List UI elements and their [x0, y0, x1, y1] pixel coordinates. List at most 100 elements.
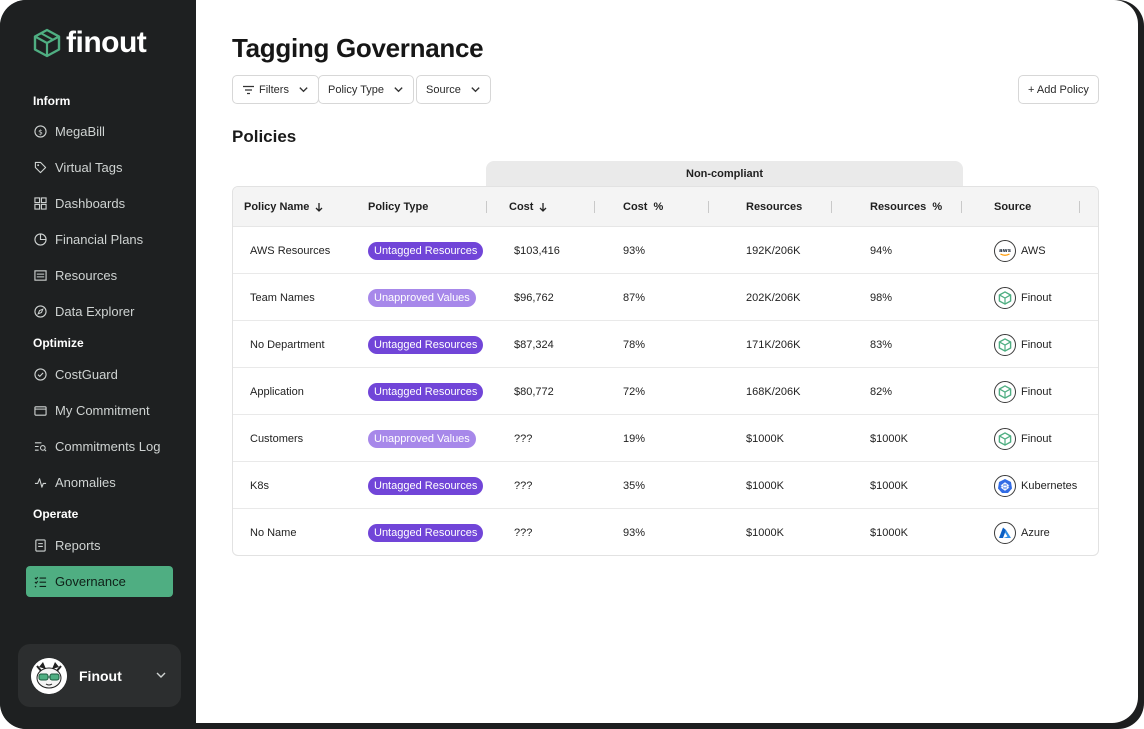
- chevron-down-icon: [394, 87, 403, 93]
- policy-type-badge: Unapproved Values: [368, 429, 476, 448]
- finout-icon: [994, 333, 1016, 356]
- resources-cell: $1000K: [746, 432, 784, 445]
- policies-table: Policy Name Policy Type Cost Cost % Reso…: [232, 186, 1099, 556]
- resources-pct-cell: 82%: [870, 385, 893, 398]
- add-policy-button[interactable]: + Add Policy: [1018, 75, 1099, 104]
- col-policy-name[interactable]: Policy Name: [244, 187, 324, 227]
- cost-pct-cell: 35%: [623, 479, 646, 492]
- source-dropdown[interactable]: Source: [416, 75, 491, 104]
- azure-icon: [994, 521, 1016, 544]
- wallet-icon: [34, 404, 47, 417]
- sidebar-item-label: CostGuard: [55, 367, 118, 382]
- column-divider: [708, 201, 709, 213]
- source-cell: Finout: [994, 368, 1052, 415]
- cost-pct-cell: 93%: [623, 244, 646, 257]
- col-cost[interactable]: Cost: [509, 187, 548, 227]
- compass-icon: [34, 305, 47, 318]
- table-row[interactable]: AWS Resources Untagged Resources $103,416 9…: [233, 227, 1098, 274]
- policy-type-badge: Unapproved Values: [368, 288, 476, 307]
- resources-cell: $1000K: [746, 479, 784, 492]
- sidebar-item-resources[interactable]: Resources: [26, 260, 173, 291]
- sidebar-item-governance[interactable]: Governance: [26, 566, 173, 597]
- source-name: Finout: [1021, 291, 1052, 304]
- cost-cell: $96,762: [514, 291, 554, 304]
- cost-cell: ???: [514, 479, 533, 492]
- nav-section-inform: Inform: [33, 94, 71, 108]
- col-resources[interactable]: Resources: [746, 187, 802, 227]
- policy-type-badge: Untagged Resources: [368, 335, 484, 354]
- sidebar-item-commitments-log[interactable]: Commitments Log: [26, 431, 173, 462]
- policy-type-cell: Unapproved Values: [368, 415, 476, 462]
- table-row[interactable]: Application Untagged Resources $80,772 72% 1…: [233, 368, 1098, 415]
- table-row[interactable]: Customers Unapproved Values??? 19% $1000K $1…: [233, 415, 1098, 462]
- source-label: Source: [426, 83, 461, 96]
- resources-pct-cell: 98%: [870, 291, 893, 304]
- col-policy-type[interactable]: Policy Type: [368, 187, 428, 227]
- cost-pct-cell: 72%: [623, 385, 646, 398]
- finout-icon: [994, 380, 1016, 403]
- sidebar-item-reports[interactable]: Reports: [26, 530, 173, 561]
- source-name: Finout: [1021, 432, 1052, 445]
- chevron-down-icon: [156, 672, 166, 678]
- policy-type-badge: Untagged Resources: [368, 523, 484, 542]
- policy-name-cell[interactable]: Application: [250, 368, 304, 415]
- dollar-circle-icon: $: [34, 125, 47, 138]
- sidebar-item-label: Data Explorer: [55, 304, 135, 319]
- chevron-down-icon: [299, 87, 308, 93]
- finout-logo[interactable]: finout: [32, 26, 147, 60]
- tag-icon: [34, 161, 47, 174]
- svg-text:$: $: [38, 127, 43, 136]
- filters-button[interactable]: Filters: [232, 75, 319, 104]
- col-cost-pct[interactable]: Cost %: [623, 187, 663, 227]
- cost-pct-cell: 93%: [623, 526, 646, 539]
- col-resources-pct[interactable]: Resources %: [870, 187, 942, 227]
- sidebar-item-label: MegaBill: [55, 124, 105, 139]
- sidebar-item-megabill[interactable]: $ MegaBill: [26, 116, 173, 147]
- policy-name-cell[interactable]: K8s: [250, 462, 269, 509]
- sidebar-item-dashboards[interactable]: Dashboards: [26, 188, 173, 219]
- table-row[interactable]: K8s Untagged Resources??? 35% $1000K $1000K K…: [233, 462, 1098, 509]
- cost-pct-cell: 78%: [623, 338, 646, 351]
- policy-type-dropdown[interactable]: Policy Type: [318, 75, 415, 104]
- table-row[interactable]: No Department Untagged Resources $87,324 78…: [233, 321, 1098, 368]
- cat-sunglasses-icon: [31, 657, 67, 694]
- resources-cell: $1000K: [746, 526, 784, 539]
- policy-name-cell[interactable]: Customers: [250, 415, 303, 462]
- sidebar-item-my-commitment[interactable]: My Commitment: [26, 395, 173, 426]
- column-divider: [486, 201, 487, 213]
- table-row[interactable]: No Name Untagged Resources??? 93% $1000K $10…: [233, 509, 1098, 555]
- checklist-icon: [34, 575, 47, 588]
- arrow-down-icon: [539, 203, 547, 212]
- shield-check-icon: [34, 368, 47, 381]
- filter-icon: [243, 85, 254, 94]
- source-name: Finout: [1021, 338, 1052, 351]
- source-cell: Finout: [994, 321, 1052, 368]
- policy-name-cell[interactable]: No Name: [250, 509, 296, 555]
- table-row[interactable]: Team Names Unapproved Values $96,762 87% 202…: [233, 274, 1098, 321]
- svg-text:aws: aws: [999, 248, 1012, 254]
- sidebar-item-anomalies[interactable]: Anomalies: [26, 467, 173, 498]
- arrow-down-icon: [315, 203, 323, 212]
- sidebar-item-data-explorer[interactable]: Data Explorer: [26, 296, 173, 327]
- org-switcher[interactable]: Finout: [18, 644, 181, 707]
- policy-name-cell[interactable]: AWS Resources: [250, 227, 330, 274]
- main-content: Tagging Governance Filters Policy Type S…: [196, 0, 1138, 723]
- sidebar-item-label: Anomalies: [55, 475, 116, 490]
- cost-pct-cell: 19%: [623, 432, 646, 445]
- sidebar-item-virtual-tags[interactable]: Virtual Tags: [26, 152, 173, 183]
- source-name: Finout: [1021, 385, 1052, 398]
- policy-type-badge: Untagged Resources: [368, 241, 484, 260]
- finout-icon: [994, 286, 1016, 309]
- nav-section-operate: Operate: [33, 507, 79, 521]
- list-box-icon: [34, 269, 47, 282]
- sidebar-item-costguard[interactable]: CostGuard: [26, 359, 173, 390]
- page-title: Tagging Governance: [232, 33, 484, 63]
- policy-name-cell[interactable]: Team Names: [250, 274, 315, 321]
- sidebar: finout Inform $ MegaBill Virtual Tags Da…: [0, 0, 196, 729]
- sidebar-item-financial-plans[interactable]: Financial Plans: [26, 224, 173, 255]
- policy-name-cell[interactable]: No Department: [250, 321, 325, 368]
- col-source[interactable]: Source: [994, 187, 1031, 227]
- resources-pct-cell: $1000K: [870, 479, 908, 492]
- column-divider: [1079, 201, 1080, 213]
- resources-pct-cell: $1000K: [870, 432, 908, 445]
